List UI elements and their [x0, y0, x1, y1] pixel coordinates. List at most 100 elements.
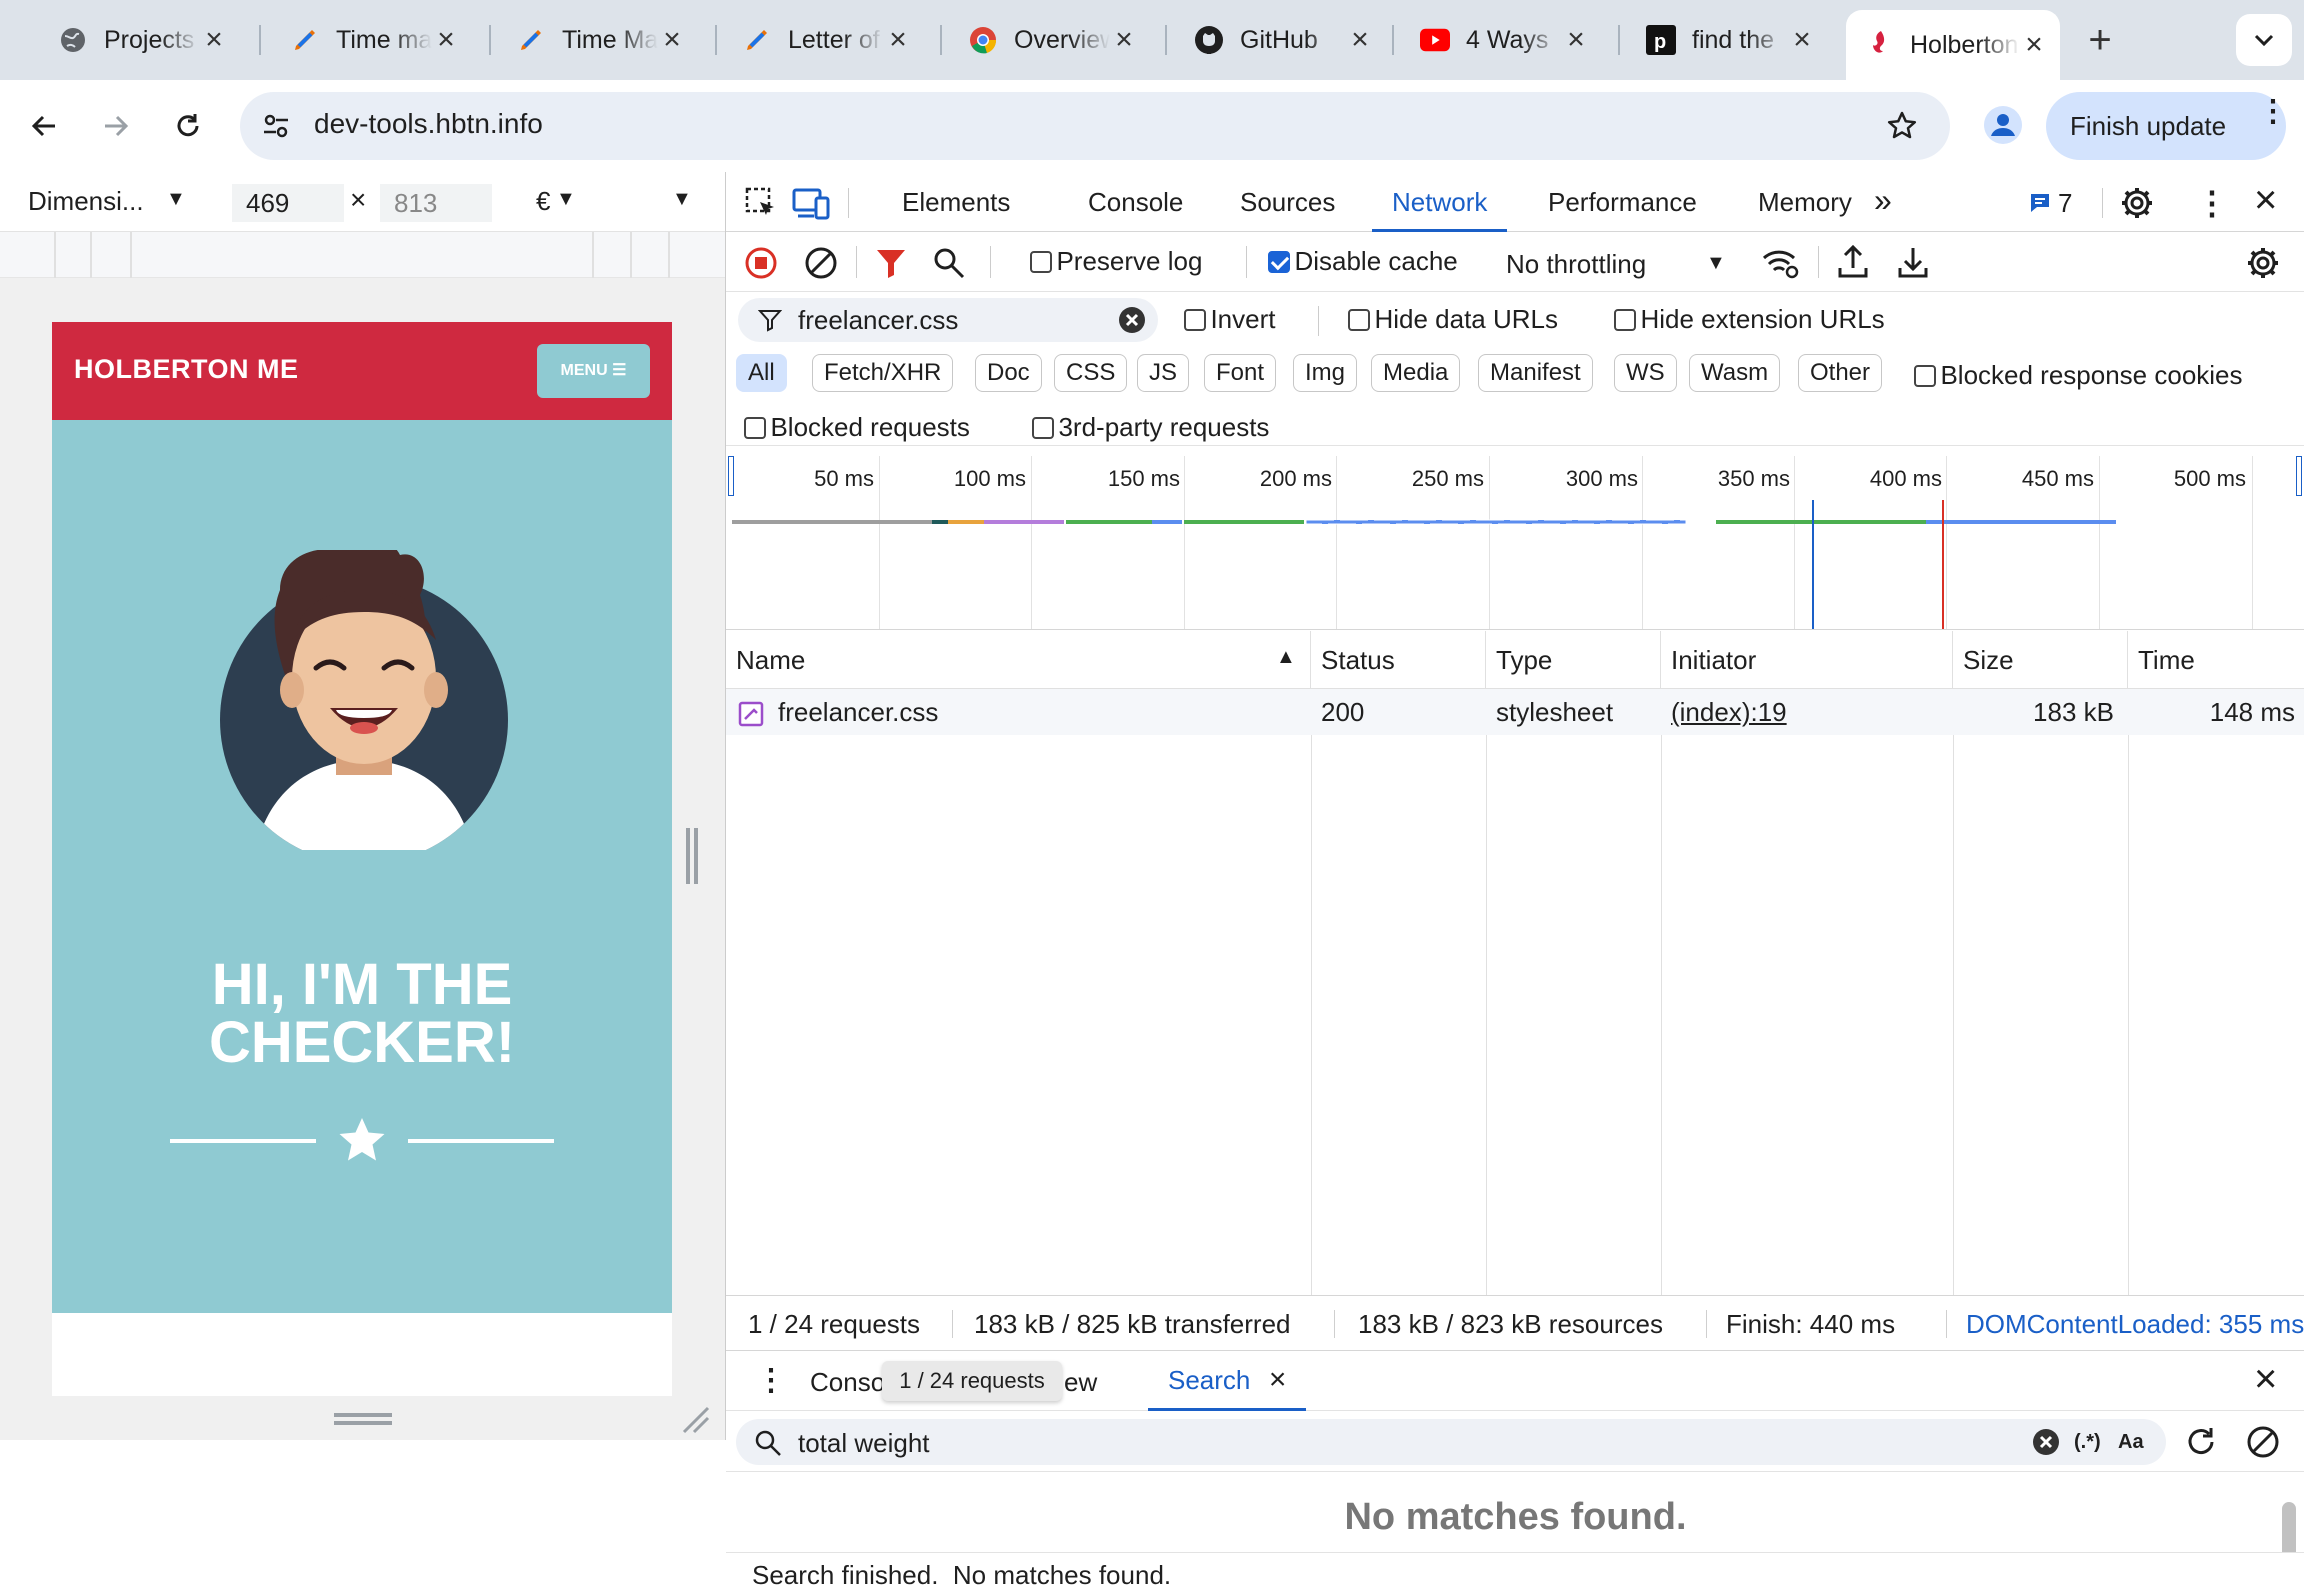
inspect-element-icon[interactable] — [744, 186, 778, 220]
tab-memory[interactable]: Memory — [1738, 172, 1872, 232]
back-button[interactable] — [20, 102, 68, 150]
column-time[interactable]: Time — [2128, 631, 2304, 689]
device-toolbar-icon[interactable] — [792, 186, 830, 220]
network-conditions-icon[interactable] — [1760, 246, 1800, 280]
third-party-requests-checkbox[interactable]: 3rd-party requests — [1032, 412, 1269, 443]
filter-fetch-xhr[interactable]: Fetch/XHR — [812, 354, 954, 392]
tab-console[interactable]: Console — [1068, 172, 1203, 232]
column-initiator[interactable]: Initiator — [1661, 631, 1953, 689]
invert-checkbox[interactable]: Invert — [1184, 304, 1275, 335]
caret-down-icon[interactable]: ▼ — [166, 188, 186, 211]
drawer-tab-search[interactable]: Search × — [1148, 1351, 1307, 1411]
browser-tab[interactable]: Time Management × — [498, 10, 698, 70]
browser-tab[interactable]: p find the × — [1628, 10, 1828, 70]
filter-js[interactable]: JS — [1137, 354, 1190, 392]
dimensions-select[interactable]: Dimensi... — [28, 186, 144, 217]
tab-network[interactable]: Network — [1372, 172, 1508, 232]
resize-handle-bottom[interactable] — [334, 1413, 392, 1417]
browser-tab[interactable]: Overview × — [950, 10, 1150, 70]
filter-wasm[interactable]: Wasm — [1689, 354, 1781, 392]
address-bar[interactable]: dev-tools.hbtn.info — [240, 92, 1950, 160]
filter-manifest[interactable]: Manifest — [1478, 354, 1593, 392]
resize-corner-icon[interactable] — [680, 1404, 710, 1434]
browser-tab[interactable]: 4 Ways × — [1402, 10, 1602, 70]
close-icon[interactable]: × — [1788, 25, 1816, 55]
tab-performance[interactable]: Performance — [1528, 172, 1717, 232]
search-input[interactable]: total weight (.*) Aa — [736, 1419, 2166, 1465]
export-har-icon[interactable] — [1896, 244, 1930, 280]
clear-icon[interactable] — [804, 246, 838, 280]
import-har-icon[interactable] — [1836, 244, 1870, 280]
cell-initiator-link[interactable]: (index):19 — [1661, 689, 1787, 735]
close-icon[interactable]: × — [2254, 178, 2277, 223]
close-icon[interactable]: × — [432, 25, 460, 55]
issues-badge[interactable]: 7 — [2028, 186, 2072, 220]
filter-ws[interactable]: WS — [1614, 354, 1677, 392]
close-drawer-icon[interactable]: × — [2254, 1357, 2277, 1402]
reload-button[interactable] — [164, 102, 212, 150]
more-tabs-icon[interactable]: » — [1874, 182, 1892, 219]
browser-tab[interactable]: Letter of × — [724, 10, 924, 70]
width-input[interactable]: 469 — [232, 184, 344, 222]
zoom-select[interactable]: € — [536, 186, 550, 217]
search-icon[interactable] — [932, 246, 966, 280]
clear-search-icon[interactable] — [2032, 1428, 2060, 1456]
new-tab-button[interactable]: + — [2078, 14, 2122, 66]
filter-all[interactable]: All — [736, 354, 787, 392]
blocked-requests-checkbox[interactable]: Blocked requests — [744, 412, 970, 443]
record-stop-icon[interactable] — [744, 246, 778, 280]
regex-toggle[interactable]: (.*) — [2074, 1431, 2101, 1454]
column-size[interactable]: Size — [1953, 631, 2128, 689]
kebab-menu-icon[interactable]: ⋮ — [2196, 184, 2228, 222]
site-brand[interactable]: HOLBERTON ME — [74, 354, 299, 385]
filter-css[interactable]: CSS — [1054, 354, 1128, 392]
bookmark-star-icon[interactable] — [1880, 104, 1924, 148]
blocked-response-cookies-checkbox[interactable]: Blocked response cookies — [1914, 360, 2243, 391]
tab-search-button[interactable] — [2236, 14, 2292, 66]
caret-down-icon[interactable]: ▼ — [1706, 252, 1726, 275]
close-icon[interactable]: × — [200, 25, 228, 55]
overview-range-handle-left[interactable] — [728, 456, 734, 496]
column-status[interactable]: Status — [1311, 631, 1486, 689]
clear-search-results-icon[interactable] — [2246, 1425, 2280, 1459]
filter-img[interactable]: Img — [1293, 354, 1358, 392]
tab-sources[interactable]: Sources — [1220, 172, 1355, 232]
filter-icon[interactable] — [874, 246, 908, 280]
disable-cache-checkbox[interactable]: Disable cache — [1268, 246, 1458, 277]
hide-data-urls-checkbox[interactable]: Hide data URLs — [1348, 304, 1558, 335]
close-icon[interactable]: × — [884, 25, 912, 55]
close-icon[interactable]: × — [2020, 30, 2048, 60]
close-icon[interactable]: × — [1269, 1363, 1287, 1396]
site-menu-button[interactable]: MENU ☰ — [537, 344, 650, 398]
close-icon[interactable]: × — [1562, 25, 1590, 55]
overview-range-handle-right[interactable] — [2296, 456, 2302, 496]
browser-tab[interactable]: Time management × — [272, 10, 472, 70]
settings-gear-icon[interactable] — [2120, 186, 2154, 220]
tab-elements[interactable]: Elements — [882, 172, 1030, 232]
filter-font[interactable]: Font — [1204, 354, 1277, 392]
column-type[interactable]: Type — [1486, 631, 1661, 689]
filter-input[interactable]: freelancer.css — [738, 298, 1158, 342]
site-info-icon[interactable] — [256, 106, 296, 146]
filter-media[interactable]: Media — [1371, 354, 1461, 392]
caret-down-icon[interactable]: ▼ — [556, 188, 576, 211]
height-input[interactable]: 813 — [380, 184, 492, 222]
column-name[interactable]: Name — [726, 631, 1311, 689]
hide-extension-urls-checkbox[interactable]: Hide extension URLs — [1614, 304, 1885, 335]
sort-ascending-icon[interactable]: ▲ — [1276, 646, 1296, 669]
close-icon[interactable]: × — [1110, 25, 1138, 55]
match-case-toggle[interactable]: Aa — [2118, 1431, 2144, 1454]
finish-update-button[interactable]: Finish update ⋮ — [2046, 92, 2288, 160]
drawer-tab-overview[interactable]: ew — [1064, 1367, 1097, 1398]
network-settings-gear-icon[interactable] — [2246, 246, 2280, 280]
browser-tab[interactable]: Projects × — [40, 10, 240, 70]
preserve-log-checkbox[interactable]: Preserve log — [1030, 246, 1202, 277]
refresh-icon[interactable] — [2184, 1425, 2218, 1459]
profile-avatar[interactable] — [1978, 100, 2028, 150]
throttling-select[interactable]: No throttling — [1506, 249, 1646, 280]
more-options-icon[interactable]: ▼ — [672, 188, 692, 211]
filter-other[interactable]: Other — [1798, 354, 1883, 392]
clear-filter-icon[interactable] — [1118, 306, 1146, 334]
close-icon[interactable]: × — [1346, 25, 1374, 55]
filter-doc[interactable]: Doc — [975, 354, 1042, 392]
